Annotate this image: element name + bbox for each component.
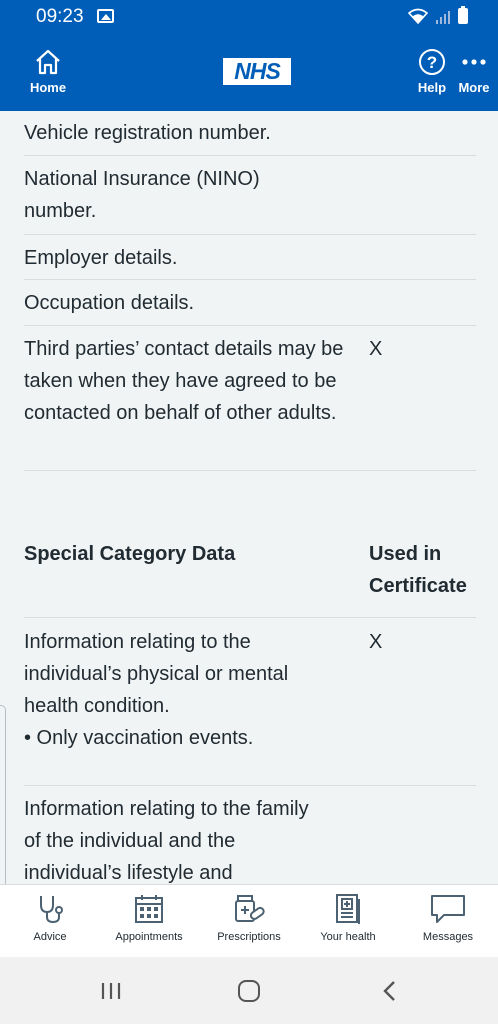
row-description: National Insurance (NINO) number. — [24, 168, 260, 222]
table-row: Third parties’ contact details may be ta… — [24, 333, 476, 471]
table-row: Occupation details. — [24, 287, 476, 326]
tab-label: Appointments — [115, 931, 183, 943]
help-label: Help — [417, 80, 447, 95]
battery-icon — [458, 6, 468, 24]
table-row: Information relating to the family of th… — [24, 793, 476, 884]
help-button[interactable]: ? Help — [410, 48, 454, 95]
svg-text:?: ? — [427, 53, 437, 72]
tab-label: Advice — [33, 931, 67, 943]
back-icon[interactable] — [382, 981, 396, 1001]
tab-appointments[interactable]: Appointments — [99, 885, 199, 958]
home-label: Home — [29, 80, 67, 95]
health-record-icon — [336, 894, 360, 924]
content-area[interactable]: Vehicle registration number. National In… — [0, 111, 498, 884]
status-time: 09:23 — [36, 6, 84, 27]
column-header-used-in-certificate: Used in Certificate — [369, 543, 467, 597]
system-navigation-bar — [0, 957, 498, 1024]
table-row: National Insurance (NINO) number. — [24, 163, 476, 235]
home-nav-icon[interactable] — [238, 980, 260, 1002]
tab-messages[interactable]: Messages — [398, 885, 498, 958]
row-description-text: Information relating to the individual’s… — [24, 631, 289, 717]
bullet-item: • Only vaccination events. — [24, 727, 254, 749]
image-notification-icon — [97, 9, 114, 23]
row-description: Information relating to the family of th… — [24, 798, 309, 884]
recent-apps-icon[interactable] — [100, 982, 122, 1000]
table-row: Information relating to the individual’s… — [24, 626, 476, 786]
pills-icon — [235, 895, 265, 922]
row-description: Employer details. — [24, 247, 178, 269]
status-icons — [408, 6, 468, 24]
wifi-icon — [408, 8, 428, 24]
tab-label: Messages — [422, 931, 474, 943]
tab-label: Your health — [320, 931, 376, 943]
more-button[interactable]: More — [452, 48, 496, 95]
status-bar: 09:23 — [0, 0, 498, 34]
row-description: Third parties’ contact details may be ta… — [24, 338, 344, 424]
row-used-mark: X — [369, 631, 383, 653]
stethoscope-icon — [40, 896, 63, 924]
home-icon — [36, 49, 60, 75]
row-used-mark: X — [369, 338, 383, 360]
table-row: Vehicle registration number. — [24, 117, 476, 156]
row-description: Vehicle registration number. — [24, 122, 271, 144]
calendar-icon — [135, 895, 163, 923]
tab-prescriptions[interactable]: Prescriptions — [199, 885, 299, 958]
nhs-logo: NHS — [223, 58, 291, 85]
signal-icon — [436, 11, 450, 24]
row-description: Information relating to the individual’s… — [24, 626, 344, 754]
speech-bubble-icon — [431, 895, 465, 923]
special-category-header-row: Special Category Data Used in Certificat… — [24, 538, 476, 618]
app-header: Home NHS ? Help More — [0, 34, 498, 111]
table-row: Employer details. — [24, 242, 476, 280]
help-icon: ? — [419, 49, 445, 75]
tab-label: Prescriptions — [217, 931, 281, 943]
scroll-handle[interactable] — [0, 705, 6, 884]
home-button[interactable]: Home — [20, 48, 76, 95]
column-header-special-category: Special Category Data — [24, 543, 236, 565]
tab-advice[interactable]: Advice — [0, 885, 100, 958]
row-description: Occupation details. — [24, 292, 195, 314]
more-icon — [462, 59, 486, 65]
more-label: More — [458, 80, 490, 95]
tab-your-health[interactable]: Your health — [298, 885, 398, 958]
bottom-tab-bar: Advice Appointments Prescriptions Your h… — [0, 884, 498, 957]
